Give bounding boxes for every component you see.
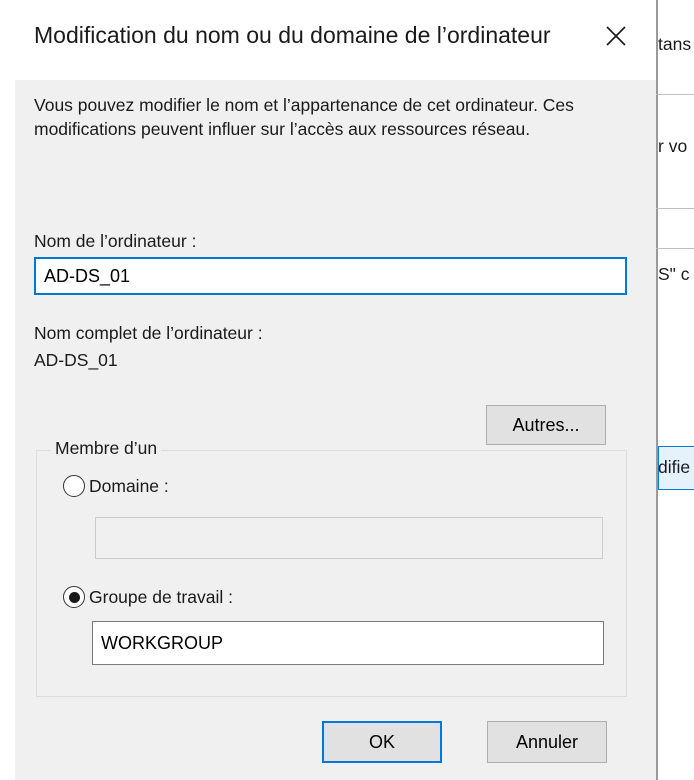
computer-name-value: AD-DS_01 bbox=[44, 265, 131, 286]
computer-name-dialog: Modification du nom ou du domaine de l’o… bbox=[0, 0, 656, 780]
full-name-value: AD-DS_01 bbox=[34, 350, 118, 370]
background-text-2: r vo bbox=[658, 136, 688, 156]
dialog-content: Vous pouvez modifier le nom et l’apparte… bbox=[15, 80, 656, 780]
background-text-3: S" c bbox=[658, 264, 690, 284]
domain-input[interactable] bbox=[95, 517, 603, 559]
workgroup-radio-option[interactable]: Groupe de travail : bbox=[63, 586, 233, 608]
close-button[interactable] bbox=[596, 16, 636, 56]
background-text-1: tans bbox=[658, 34, 692, 54]
background-divider bbox=[656, 248, 694, 249]
background-divider bbox=[656, 208, 694, 209]
computer-name-input[interactable]: AD-DS_01 bbox=[34, 257, 627, 295]
radio-selected-dot bbox=[68, 591, 80, 603]
more-button[interactable]: Autres... bbox=[486, 405, 606, 445]
computer-name-label: Nom de l’ordinateur : bbox=[34, 231, 197, 251]
domain-radio-label: Domaine : bbox=[89, 475, 169, 496]
close-icon bbox=[606, 26, 626, 46]
domain-radio-option[interactable]: Domaine : bbox=[63, 475, 169, 497]
background-divider bbox=[656, 94, 694, 95]
workgroup-input[interactable]: WORKGROUP bbox=[92, 621, 604, 665]
background-window: tans r vo S" c difie bbox=[656, 0, 694, 780]
ok-button[interactable]: OK bbox=[322, 721, 442, 763]
dialog-title: Modification du nom ou du domaine de l’o… bbox=[34, 22, 551, 48]
background-window-border bbox=[656, 0, 658, 780]
member-of-group: Membre d’un Domaine : Groupe de travail … bbox=[36, 438, 627, 697]
dialog-description: Vous pouvez modifier le nom et l’apparte… bbox=[34, 95, 574, 139]
workgroup-value: WORKGROUP bbox=[101, 632, 224, 653]
dialog-title-bar: Modification du nom ou du domaine de l’o… bbox=[0, 0, 656, 80]
cancel-button[interactable]: Annuler bbox=[487, 721, 607, 763]
workgroup-radio-button[interactable] bbox=[63, 586, 85, 608]
member-of-legend: Membre d’un bbox=[51, 438, 162, 459]
workgroup-radio-label: Groupe de travail : bbox=[89, 586, 233, 607]
background-text-4: difie bbox=[658, 457, 691, 477]
domain-radio-button[interactable] bbox=[63, 475, 85, 497]
full-name-label: Nom complet de l’ordinateur : bbox=[34, 323, 263, 343]
